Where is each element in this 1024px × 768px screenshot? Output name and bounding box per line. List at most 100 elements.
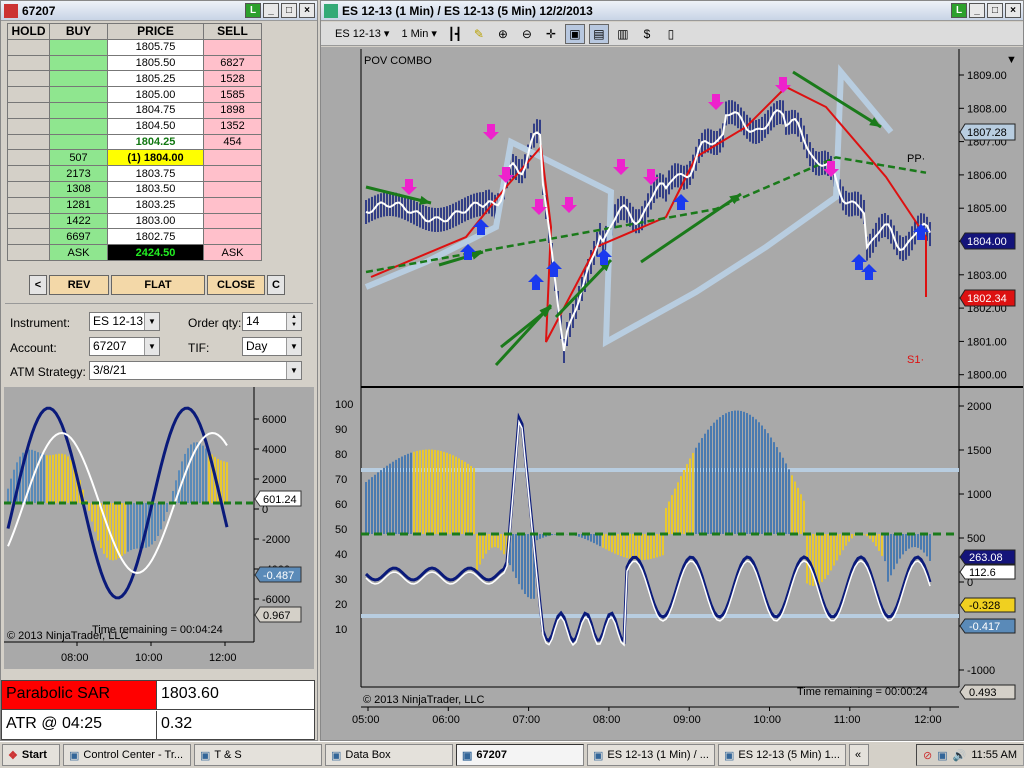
price-cell[interactable]: 1805.25 — [107, 70, 204, 88]
buy-cell[interactable]: 507 — [49, 149, 108, 167]
buy-cell[interactable]: 2173 — [49, 165, 108, 182]
maximize-button[interactable]: □ — [987, 3, 1003, 18]
close-position-button[interactable]: CLOSE — [207, 275, 265, 295]
hold-cell[interactable] — [7, 212, 50, 230]
scroll-arrow-icon[interactable]: ▼ — [1006, 54, 1017, 66]
price-cell[interactable]: 1803.50 — [107, 180, 204, 198]
taskbar-item[interactable]: ▣ Control Center - Tr... — [63, 744, 191, 766]
instrument-dropdown[interactable]: ES 12-13 ▾ — [331, 27, 393, 40]
buy-cell[interactable] — [49, 86, 108, 103]
hold-cell[interactable] — [7, 38, 50, 56]
taskbar-item[interactable]: ▣ ES 12-13 (5 Min) 1... — [718, 744, 846, 766]
link-icon[interactable]: L — [245, 3, 261, 18]
price-cell[interactable]: 1803.75 — [107, 165, 204, 182]
close-window-button[interactable]: × — [299, 3, 315, 18]
hold-cell[interactable] — [7, 54, 50, 72]
buy-cell[interactable] — [49, 54, 108, 72]
sell-cell[interactable] — [203, 165, 262, 182]
center-button[interactable]: C — [267, 275, 285, 295]
price-cell[interactable]: 1805.00 — [107, 86, 204, 103]
hold-cell[interactable] — [7, 196, 50, 214]
minimize-button[interactable]: _ — [969, 3, 985, 18]
link-icon[interactable]: L — [951, 3, 967, 18]
close-window-button[interactable]: × — [1005, 3, 1021, 18]
taskbar-item[interactable]: ▣ T & S — [194, 744, 322, 766]
minimize-button[interactable]: _ — [263, 3, 279, 18]
sell-cell[interactable] — [203, 228, 262, 246]
price-cell[interactable]: 1802.75 — [107, 228, 204, 246]
hold-cell[interactable] — [7, 70, 50, 88]
scroll-left-button[interactable]: < — [29, 275, 47, 295]
hold-cell[interactable] — [7, 117, 50, 135]
start-button[interactable]: ❖ Start — [2, 744, 60, 766]
price-cell[interactable]: 1805.50 — [107, 54, 204, 72]
taskbar-overflow-button[interactable]: « — [849, 744, 869, 766]
buy-cell[interactable] — [49, 38, 108, 56]
draw-pencil-icon[interactable]: ✎ — [469, 24, 489, 44]
volume-icon[interactable]: 🔊 — [953, 749, 967, 762]
mini-chart-panel[interactable]: 6000400020000-2000-4000-6000 08:0010:001… — [4, 387, 314, 669]
taskbar-item[interactable]: ▣ ES 12-13 (1 Min) / ... — [587, 744, 715, 766]
indicators-icon[interactable]: ▤ — [588, 23, 609, 44]
sell-cell[interactable]: ASK — [203, 244, 262, 261]
network-icon[interactable]: ⊘ — [923, 749, 932, 762]
sell-cell[interactable] — [203, 212, 262, 230]
buy-cell[interactable] — [49, 133, 108, 151]
price-cell[interactable]: 1804.50 — [107, 117, 204, 135]
account-select[interactable]: 67207 ▼ — [89, 337, 160, 356]
instrument-select[interactable]: ES 12-13 ▼ — [89, 312, 160, 331]
mini-chart-svg[interactable]: 6000400020000-2000-4000-6000 08:0010:001… — [4, 387, 314, 669]
sell-cell[interactable]: 6827 — [203, 54, 262, 72]
buy-cell[interactable] — [49, 101, 108, 119]
price-cell[interactable]: 2424.50 — [107, 244, 204, 261]
bar-type-icon[interactable]: ┃┫ — [445, 24, 465, 44]
zoom-out-icon[interactable]: ⊖ — [517, 24, 537, 44]
hold-cell[interactable] — [7, 165, 50, 182]
data-series-icon[interactable]: $ — [637, 24, 657, 44]
atm-strategy-select[interactable]: 3/8/21 ▼ — [89, 361, 302, 380]
price-cell[interactable]: 1803.00 — [107, 212, 204, 230]
hold-cell[interactable] — [7, 86, 50, 103]
price-cell[interactable]: 1803.25 — [107, 196, 204, 214]
buy-cell[interactable] — [49, 117, 108, 135]
hold-cell[interactable] — [7, 180, 50, 198]
sell-cell[interactable]: 1585 — [203, 86, 262, 103]
buy-cell[interactable]: 6697 — [49, 228, 108, 246]
properties-icon[interactable]: ▯ — [661, 24, 681, 44]
snapshot-icon[interactable]: ▣ — [564, 23, 585, 44]
chart-area[interactable]: POV COMBO ▼ 1809.00 1808.00 1807.00 1806.00… — [321, 47, 1023, 740]
sell-cell[interactable]: 1352 — [203, 117, 262, 135]
sell-cell[interactable]: 454 — [203, 133, 262, 151]
buy-cell[interactable]: 1308 — [49, 180, 108, 198]
hold-cell[interactable] — [7, 228, 50, 246]
sell-cell[interactable] — [203, 180, 262, 198]
main-chart-svg[interactable]: POV COMBO ▼ 1809.001808.001807.001806.00… — [321, 47, 1023, 740]
crosshair-icon[interactable]: ✛ — [541, 24, 561, 44]
interval-dropdown[interactable]: 1 Min ▾ — [397, 27, 440, 40]
monitor-icon[interactable]: ▣ — [937, 749, 947, 762]
buy-cell[interactable]: ASK — [49, 244, 108, 261]
sell-cell[interactable] — [203, 149, 262, 167]
tif-select[interactable]: Day ▼ — [242, 337, 302, 356]
taskbar-item[interactable]: ▣ Data Box — [325, 744, 453, 766]
spinner-icon[interactable]: ▲ ▼ — [286, 313, 301, 330]
price-cell[interactable]: 1805.75 — [107, 38, 204, 56]
price-cell[interactable]: 1804.25 — [107, 133, 204, 151]
taskbar-item[interactable]: ▣ 67207 — [456, 744, 584, 766]
price-cell[interactable]: 1804.75 — [107, 101, 204, 119]
hold-cell[interactable] — [7, 101, 50, 119]
sell-cell[interactable]: 1528 — [203, 70, 262, 88]
reverse-button[interactable]: REV — [49, 275, 109, 295]
hold-cell[interactable] — [7, 244, 50, 261]
sell-cell[interactable] — [203, 38, 262, 56]
hold-cell[interactable] — [7, 133, 50, 151]
sell-cell[interactable] — [203, 196, 262, 214]
zoom-in-icon[interactable]: ⊕ — [493, 24, 513, 44]
sell-cell[interactable]: 1898 — [203, 101, 262, 119]
order-qty-stepper[interactable]: 14 ▲ ▼ — [242, 312, 302, 331]
maximize-button[interactable]: □ — [281, 3, 297, 18]
buy-cell[interactable]: 1422 — [49, 212, 108, 230]
buy-cell[interactable]: 1281 — [49, 196, 108, 214]
price-cell[interactable]: (1) 1804.00 — [107, 149, 204, 167]
hold-cell[interactable] — [7, 149, 50, 167]
